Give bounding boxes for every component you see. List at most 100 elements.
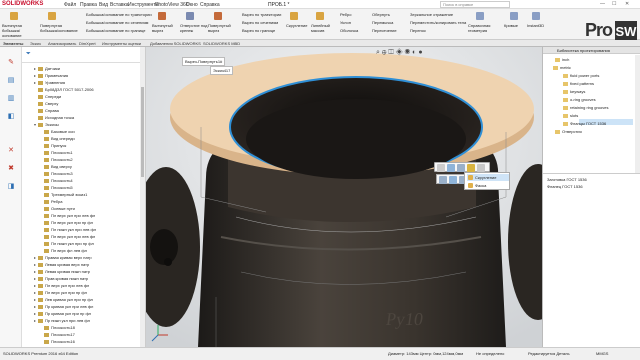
fillet-button[interactable]: Скругление (286, 23, 307, 28)
menu-file[interactable]: Файл (64, 2, 76, 8)
menu-help[interactable]: Справка (200, 2, 220, 8)
tab-features[interactable]: Элементы (3, 41, 23, 46)
menu-photoview[interactable]: PhotoView 360 (155, 2, 189, 8)
tree-item[interactable]: Плоскость18 (40, 324, 75, 331)
breadcrumb[interactable]: Вырез-Повернуть1# (182, 57, 226, 66)
move-copy-bodies-button[interactable]: Переместить/копировать тела (410, 20, 466, 25)
sweep-cut-button[interactable]: Вырез по траектории (242, 12, 281, 17)
tree-item[interactable]: Пл нижн укл при лев фл (40, 226, 96, 233)
delete-icon[interactable]: ✕ (6, 147, 16, 155)
library-folder-item[interactable]: inch (555, 57, 569, 63)
mirror-button[interactable]: Зеркальное отражение (410, 12, 453, 17)
tree-item[interactable]: Плоскость5 (40, 184, 73, 191)
tree-item[interactable]: Пл нижн укл при пр фл (40, 240, 94, 247)
search-input[interactable]: Поиск в справке (440, 1, 510, 8)
tree-item[interactable]: Ребра (40, 198, 62, 205)
tree-item[interactable]: Пл верх фл лев фл (40, 247, 87, 254)
close-icon[interactable]: ✕ (625, 1, 629, 7)
tree-item[interactable]: Пл верх укл при лев фл (40, 212, 95, 219)
hide-show-icon[interactable]: ◐ (412, 49, 416, 56)
revolve-boss-button[interactable]: Повернутая бобышка/основание (40, 23, 80, 33)
tree-item[interactable]: Вид сверху (40, 163, 72, 170)
library-folder-item[interactable]: retaining ring grooves (563, 105, 608, 111)
tab-sketch[interactable]: Эскиз (30, 41, 41, 46)
wrap-button[interactable]: Обернуть (372, 12, 390, 17)
feature-manager-icon[interactable]: ▤ (6, 77, 16, 85)
minimize-icon[interactable]: — (600, 1, 605, 7)
view-icon[interactable]: ◨ (6, 183, 16, 191)
context-more-icon[interactable] (477, 164, 485, 172)
context-item-fillet[interactable]: Скругление (467, 174, 509, 181)
section-view-icon[interactable]: ◫ (388, 49, 393, 56)
tree-item[interactable]: Бр08ДЗЛ ГОСТ 5017-2006 (34, 86, 94, 93)
tree-item[interactable]: ▸ Левая кривая верх патр (34, 261, 89, 268)
tab-mbd[interactable]: SOLIDWORKS MBD (203, 41, 240, 46)
maximize-icon[interactable]: ☐ (612, 1, 616, 7)
context-zoom-icon[interactable] (449, 176, 457, 184)
context-normal-icon[interactable] (457, 164, 465, 172)
tree-item[interactable]: ▸ Датчики (34, 65, 60, 72)
context-edit-icon[interactable] (437, 164, 445, 172)
tree-item[interactable]: ▸ Пл верх укл при лев фл (34, 282, 89, 289)
menu-window[interactable]: Окно (186, 2, 198, 8)
boundary-boss-button[interactable]: Бобышка/основание по границе (86, 28, 145, 33)
library-file-item[interactable]: Заготовка ГОСТ 1536 (547, 177, 587, 183)
tab-addins[interactable]: Добавления SOLIDWORKS (150, 41, 201, 46)
pin-icon[interactable]: ✎ (6, 59, 16, 67)
breadcrumb-sketch[interactable]: Эскиз417 (210, 66, 234, 75)
rebuild-icon[interactable]: ✖ (6, 165, 16, 173)
tree-item[interactable]: ▸ Пл верх укл при пр фл (34, 289, 87, 296)
curves-button[interactable]: Кривые (504, 23, 518, 28)
library-folder-item[interactable]: metric (553, 65, 571, 71)
tree-item[interactable]: Базовые оси (40, 128, 75, 135)
linear-pattern-button[interactable]: Линейный массив (311, 23, 337, 33)
tab-evaluate[interactable]: Анализировать (48, 41, 76, 46)
tree-item[interactable]: Справа (34, 107, 59, 114)
draft-button[interactable]: Уклон (340, 20, 351, 25)
graphics-area[interactable]: Ру10 ⌕ ⊕ ◫ ◈ ◉ ◐ ● Вырез-Повернуть1# Эск… (146, 47, 542, 347)
tree-item[interactable]: Вид спереди (40, 135, 75, 142)
extrude-boss-button[interactable]: Вытянутая бобышка/основание (2, 23, 38, 38)
tree-item[interactable]: ▸ Примечания (34, 72, 68, 79)
library-folder-item[interactable]: Фланцы ГОСТ 1536 (563, 121, 606, 127)
loft-cut-button[interactable]: Вырез по сечениям (242, 20, 278, 25)
tree-item[interactable]: ▸ Пр нижн укл при лев фл (34, 317, 90, 324)
configuration-icon[interactable]: ◧ (6, 113, 16, 121)
tree-item[interactable]: Трехмерный эскиз1 (40, 191, 87, 198)
tree-item[interactable]: ▾ Эскизы (34, 121, 59, 128)
tree-item[interactable]: Плоскость17 (40, 331, 75, 338)
tree-item[interactable]: Исходная точка (34, 114, 74, 121)
tree-item[interactable]: Пл верх укл при пр фл (40, 219, 93, 226)
display-style-icon[interactable]: ◉ (405, 49, 411, 56)
intersect-button[interactable]: Перемычка (372, 20, 393, 25)
context-select-icon[interactable] (447, 164, 455, 172)
tree-item[interactable]: ▸ Пр кривая укл при лев фл (34, 303, 93, 310)
shell-button[interactable]: Оболочка (340, 28, 358, 33)
tree-scroll-thumb[interactable] (141, 87, 144, 177)
tree-item[interactable]: ▸ Лев кривая укл при пр фл (34, 296, 93, 303)
tree-item[interactable]: Плоскость16 (40, 338, 75, 345)
instant3d-button[interactable]: Instant3D (527, 23, 544, 28)
revolve-cut-button[interactable]: Повернутый вырез (208, 23, 236, 33)
menu-edit[interactable]: Правка (80, 2, 97, 8)
property-manager-icon[interactable]: ▥ (6, 95, 16, 103)
model-render[interactable] (146, 47, 542, 347)
menu-insert[interactable]: Вставка (110, 2, 129, 8)
tree-item[interactable]: ▸ Прав кривая нижн патр (34, 275, 88, 282)
tree-item[interactable]: ▸ Пр кривая укл при пр фл (34, 310, 91, 317)
sweep-boss-button[interactable]: Бобышка/основание по траектории (86, 12, 152, 17)
context-fillet-icon[interactable] (467, 164, 475, 172)
dome-button[interactable]: Пересечение (372, 28, 397, 33)
appearance-icon[interactable]: ● (418, 49, 422, 56)
tree-item[interactable]: ▸ Уравнения (34, 79, 65, 86)
context-view-icon[interactable] (439, 176, 447, 184)
library-folder-item[interactable]: fluid power ports (563, 73, 599, 79)
move-button[interactable]: Перенос (410, 28, 426, 33)
zoom-fit-icon[interactable]: ⌕ (376, 49, 380, 56)
view-orientation-icon[interactable]: ◈ (396, 49, 403, 56)
extrude-cut-button[interactable]: Вытянутый вырез (152, 23, 178, 33)
tree-scrollbar[interactable] (140, 47, 145, 347)
filter-icon[interactable]: ⏷ (26, 51, 31, 58)
tree-item[interactable]: Плоскость2 (40, 156, 73, 163)
library-folder-item[interactable]: fixed patterns (563, 81, 594, 87)
